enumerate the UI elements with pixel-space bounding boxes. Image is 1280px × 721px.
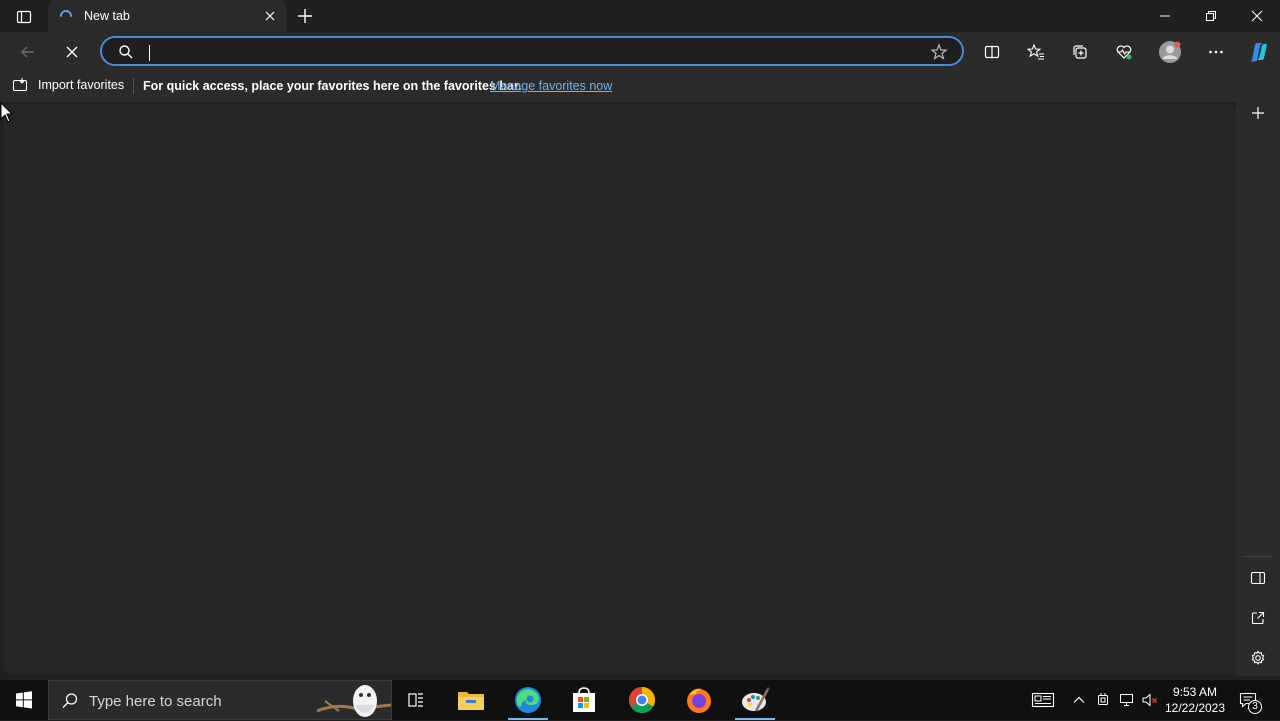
settings-more-button[interactable] [1203,39,1229,65]
more-icon [1209,50,1223,54]
copilot-button[interactable] [1245,39,1271,65]
import-icon [12,78,28,92]
restore-icon [1206,11,1216,21]
sidebar [1236,102,1280,676]
volume-muted-icon [1142,693,1157,707]
back-button[interactable] [15,39,41,65]
stop-loading-button[interactable] [59,39,85,65]
close-icon [66,46,78,58]
browser-essentials-button[interactable] [1111,39,1137,65]
favorites-bar-message: For quick access, place your favorites h… [143,79,522,93]
restore-button[interactable] [1188,0,1234,32]
start-button[interactable] [0,680,48,720]
device-icon [1098,693,1108,705]
minimize-button[interactable] [1142,0,1188,32]
page-content [4,104,1236,674]
minimize-icon [1160,15,1170,17]
taskbar-search-placeholder: Type here to search [89,693,222,710]
tab-title: New tab [84,9,130,23]
windows-taskbar: Type here to search 9:53 AM 12/22/2023 3 [0,680,1280,720]
sidebar-add-button[interactable] [1247,102,1269,124]
search-icon [119,45,133,59]
favorites-button[interactable] [1023,39,1049,65]
tab-close-button[interactable] [262,8,278,24]
external-link-icon [1251,611,1265,625]
manage-favorites-link[interactable]: Manage favorites now [490,79,612,93]
divider [1244,556,1272,557]
tab-actions-button[interactable] [8,6,40,28]
edge-logo-icon [515,687,541,713]
volume-button[interactable] [1140,690,1160,710]
paint-palette-icon [742,686,770,712]
clock-date: 12/22/2023 [1164,701,1226,715]
taskbar-search-box[interactable]: Type here to search [48,680,392,720]
loading-spinner-icon [60,10,72,17]
chevron-up-icon [1073,696,1085,703]
tab-actions-icon [16,10,32,24]
split-screen-icon [984,45,1000,59]
owl-illustration-icon [317,685,391,717]
news-icon [1031,692,1055,708]
notification-count-badge: 3 [1248,700,1262,714]
mouse-cursor-icon [0,102,14,123]
favorites-icon [1027,43,1044,60]
paint-app[interactable] [727,680,783,720]
collections-icon [1073,45,1087,59]
hide-sidebar-button[interactable] [1247,567,1269,589]
import-favorites-label: Import favorites [38,78,125,92]
profile-button[interactable] [1157,39,1183,65]
close-icon [1251,10,1263,22]
address-bar[interactable] [100,36,964,66]
copilot-icon [1250,43,1267,62]
folder-icon [458,692,484,710]
heart-pulse-icon [1116,45,1132,60]
import-favorites-button[interactable]: Import favorites [12,77,124,93]
back-arrow-icon [21,46,34,58]
news-widget-button[interactable] [1030,690,1056,710]
task-view-icon [408,693,423,707]
close-icon [265,11,275,21]
chrome-logo-icon [628,686,656,714]
open-external-button[interactable] [1247,607,1269,629]
favorites-bar: Import favorites For quick access, place… [0,70,1280,102]
avatar [1159,41,1181,63]
system-clock[interactable]: 9:53 AM 12/22/2023 [1160,684,1230,716]
address-input[interactable] [148,41,908,61]
firefox-app[interactable] [671,680,727,720]
sidebar-panel-icon [1250,571,1266,585]
network-icon [1120,694,1133,706]
sidebar-settings-button[interactable] [1247,647,1269,669]
search-icon [62,693,78,708]
browser-toolbar [0,32,1280,70]
firefox-logo-icon [687,688,711,713]
file-explorer-app[interactable] [443,680,499,720]
network-status-button[interactable] [1117,690,1137,710]
new-tab-button[interactable] [294,5,316,27]
task-view-button[interactable] [388,680,444,720]
chrome-app[interactable] [614,680,670,720]
plus-icon [298,9,312,23]
clock-time: 9:53 AM [1172,685,1218,699]
divider [133,78,134,94]
plus-icon [1252,107,1264,119]
collections-button[interactable] [1067,39,1093,65]
store-icon [573,687,595,712]
close-window-button[interactable] [1234,0,1280,32]
star-icon[interactable] [930,43,948,61]
tray-device-button[interactable] [1094,690,1112,710]
split-screen-button[interactable] [979,39,1005,65]
windows-logo-icon [16,691,32,709]
microsoft-store-app[interactable] [556,680,612,720]
show-hidden-icons-button[interactable] [1070,690,1088,710]
tab-new-tab[interactable]: New tab [48,0,286,32]
edge-app[interactable] [500,680,556,720]
tab-strip: New tab [0,0,1280,32]
gear-icon [1251,650,1265,665]
